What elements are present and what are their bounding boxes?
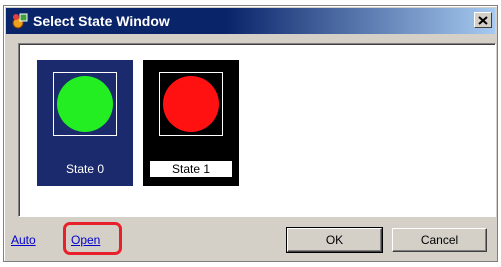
app-icon — [11, 12, 29, 30]
cancel-button[interactable]: Cancel — [392, 228, 487, 252]
auto-link[interactable]: Auto — [11, 233, 36, 247]
state-list-panel: State 0 State 1 — [18, 43, 496, 217]
title-bar[interactable]: Select State Window — [6, 8, 495, 34]
close-icon — [478, 15, 488, 25]
open-highlight-annotation — [63, 222, 122, 255]
lamp-green-icon — [57, 76, 113, 132]
lamp-frame — [159, 72, 223, 136]
window-title: Select State Window — [33, 13, 170, 29]
lamp-red-icon — [163, 76, 219, 132]
state-tile-1[interactable]: State 1 — [143, 60, 239, 186]
ok-button[interactable]: OK — [286, 227, 383, 253]
state-tile-0[interactable]: State 0 — [37, 60, 133, 186]
state-label: State 1 — [149, 160, 233, 178]
state-label: State 0 — [65, 162, 105, 176]
close-button[interactable] — [474, 12, 492, 28]
lamp-frame — [53, 72, 117, 136]
